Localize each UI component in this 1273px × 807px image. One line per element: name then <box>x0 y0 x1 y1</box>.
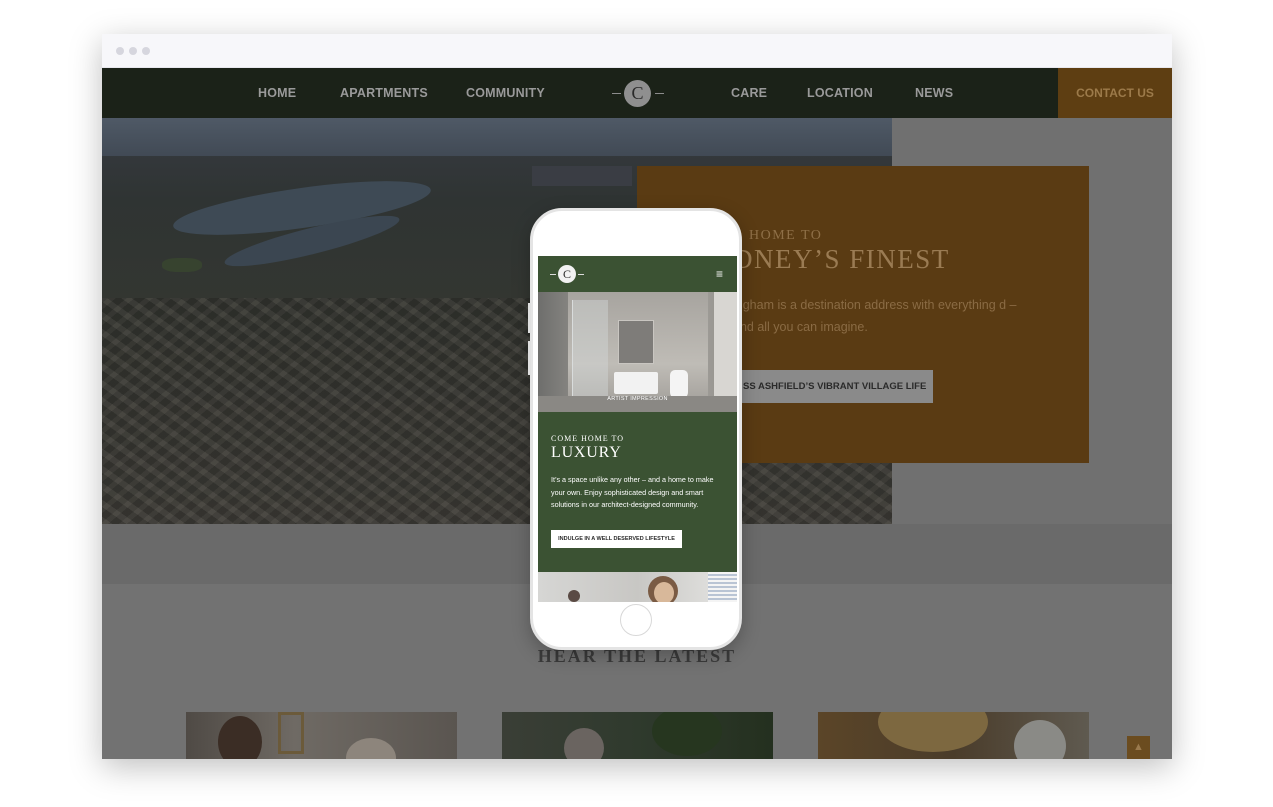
site-logo[interactable]: C <box>612 68 664 118</box>
nav-item-community[interactable]: COMMUNITY <box>466 68 545 118</box>
browser-chrome <box>102 34 1172 68</box>
hero-eyebrow: HOME TO <box>749 228 823 243</box>
residents-photo <box>538 572 737 602</box>
scroll-to-top-icon[interactable]: ▲ <box>1127 736 1150 759</box>
nav-item-home[interactable]: HOME <box>258 68 296 118</box>
window-dot-icon <box>129 47 137 55</box>
nav-item-care[interactable]: CARE <box>731 68 767 118</box>
mobile-navigation: C ≡ <box>538 256 737 292</box>
bathroom-photo: ARTIST IMPRESSION <box>538 292 737 412</box>
logo-rule <box>655 93 664 94</box>
phone-side-button <box>528 341 531 375</box>
logo-rule <box>550 274 556 275</box>
window-dot-icon <box>116 47 124 55</box>
logo-rule <box>578 274 584 275</box>
hero-body: ingham is a destination address with eve… <box>733 298 1017 334</box>
logo-rule <box>612 93 621 94</box>
phone-screen: C ≡ ARTIST IMPRESSION COME HOME TO LUXUR… <box>538 256 737 602</box>
photo-caption: ARTIST IMPRESSION <box>607 396 668 402</box>
mobile-hero-cta-button[interactable]: INDULGE IN A WELL DESERVED LIFESTYLE <box>551 530 682 548</box>
nav-item-apartments[interactable]: APARTMENTS <box>340 68 428 118</box>
nav-item-news[interactable]: NEWS <box>915 68 953 118</box>
mobile-logo[interactable]: C <box>550 264 584 284</box>
mobile-hero-title: LUXURY <box>551 444 622 461</box>
phone-side-button <box>528 303 531 333</box>
phone-mockup: C ≡ ARTIST IMPRESSION COME HOME TO LUXUR… <box>528 208 742 650</box>
window-dot-icon <box>142 47 150 55</box>
site-navigation: HOME APARTMENTS COMMUNITY C CARE LOCATIO… <box>102 68 1172 118</box>
hero-cta-button[interactable]: SS ASHFIELD’S VIBRANT VILLAGE LIFE <box>733 370 933 403</box>
news-card-image[interactable] <box>818 712 1089 759</box>
mobile-hero-body: It’s a space unlike any other – and a ho… <box>551 475 714 509</box>
news-card-image[interactable] <box>186 712 457 759</box>
logo-icon: C <box>624 80 651 107</box>
hero-headline: DNEY’S FINEST <box>733 244 950 274</box>
logo-icon: C <box>558 265 576 283</box>
news-card-image[interactable] <box>502 712 773 759</box>
mobile-hero-panel: COME HOME TO LUXURY It’s a space unlike … <box>538 412 737 572</box>
contact-us-button[interactable]: CONTACT US <box>1058 68 1172 118</box>
showcase-stage: HOME APARTMENTS COMMUNITY C CARE LOCATIO… <box>0 0 1273 807</box>
nav-item-location[interactable]: LOCATION <box>807 68 873 118</box>
phone-home-button <box>620 604 652 636</box>
mobile-hero-eyebrow: COME HOME TO <box>551 434 625 443</box>
hamburger-menu-icon[interactable]: ≡ <box>716 266 723 282</box>
